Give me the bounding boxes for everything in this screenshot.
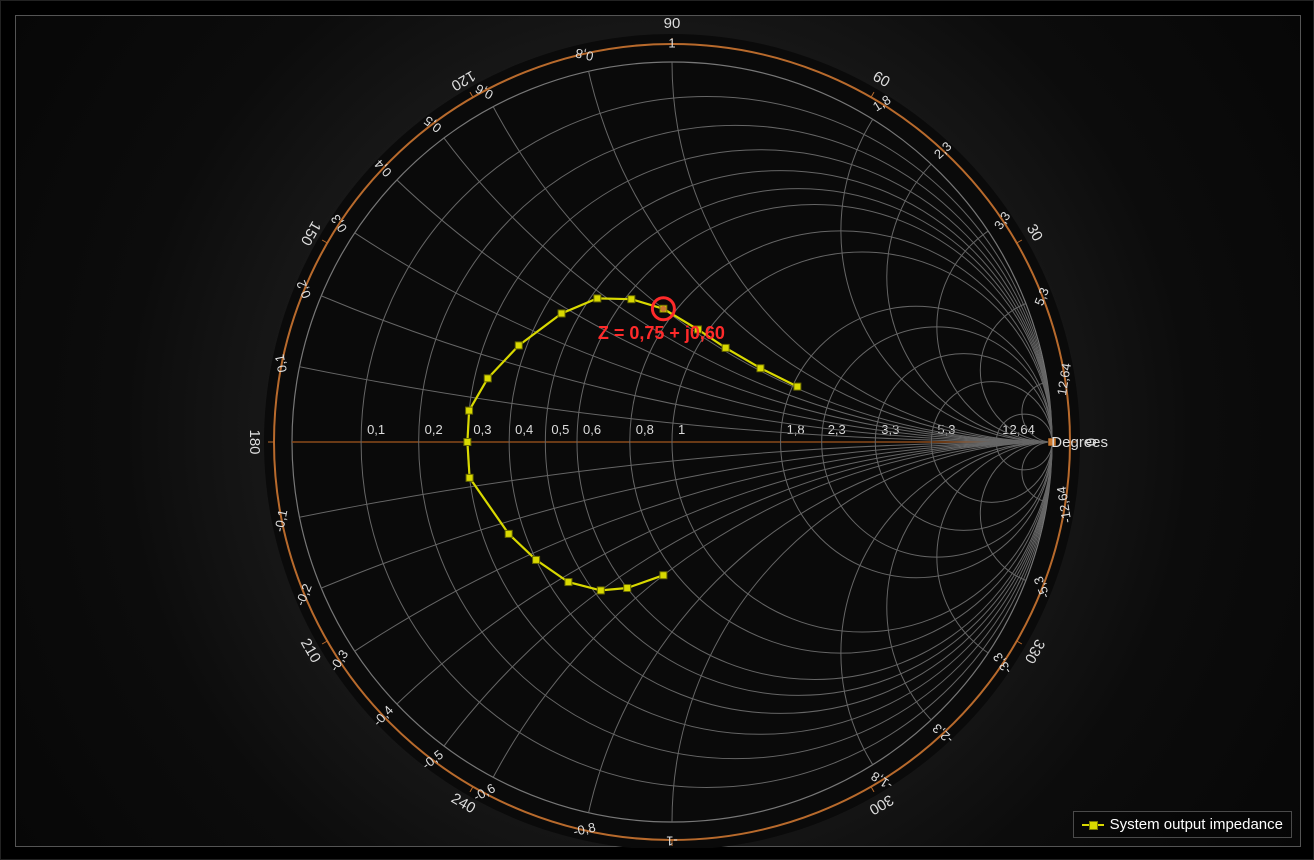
svg-text:0,8: 0,8 — [636, 422, 654, 437]
legend[interactable]: System output impedance — [1073, 811, 1292, 838]
svg-text:0,5: 0,5 — [551, 422, 569, 437]
axis-title: Degrees — [1051, 434, 1108, 451]
svg-text:90: 90 — [664, 16, 681, 32]
svg-text:1: 1 — [668, 35, 675, 50]
svg-text:0,1: 0,1 — [367, 422, 385, 437]
svg-text:0,2: 0,2 — [425, 422, 443, 437]
legend-label: System output impedance — [1110, 816, 1283, 833]
svg-text:180: 180 — [246, 429, 263, 454]
app-window: 03060901201501802102402703003300,10,20,3… — [0, 0, 1314, 860]
svg-text:12,64: 12,64 — [1002, 422, 1035, 437]
smith-chart-svg: 03060901201501802102402703003300,10,20,3… — [16, 16, 1302, 848]
svg-text:0,6: 0,6 — [583, 422, 601, 437]
svg-text:0,3: 0,3 — [473, 422, 491, 437]
chart-panel: 03060901201501802102402703003300,10,20,3… — [15, 15, 1301, 847]
annotation-text: Z = 0,75 + j0,60 — [598, 323, 725, 343]
svg-text:-1: -1 — [666, 834, 678, 848]
legend-swatch-icon — [1082, 824, 1104, 826]
svg-text:0,4: 0,4 — [515, 422, 533, 437]
